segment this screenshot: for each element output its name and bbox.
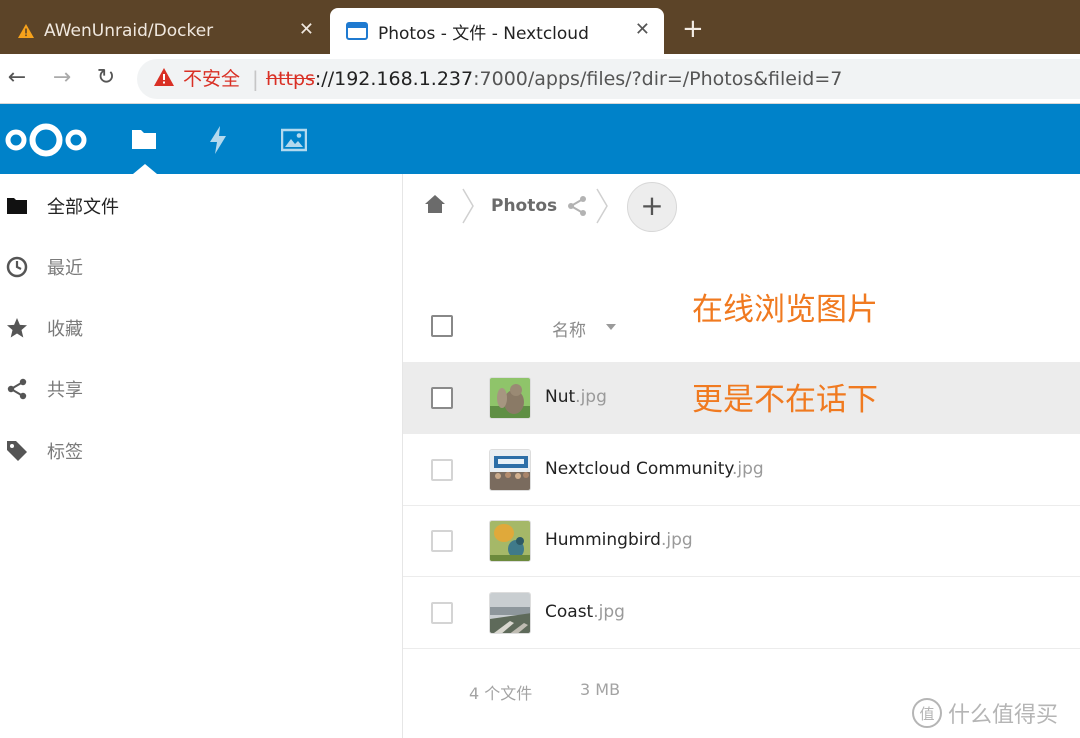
sort-caret-icon[interactable] bbox=[606, 324, 616, 330]
file-extension: .jpg bbox=[732, 459, 764, 479]
clock-icon bbox=[6, 256, 28, 278]
warning-favicon-icon bbox=[18, 24, 34, 38]
tab-title: Photos - 文件 - Nextcloud bbox=[378, 23, 589, 44]
address-separator: | bbox=[252, 67, 259, 91]
active-app-indicator bbox=[133, 164, 157, 174]
file-name[interactable]: Coast.jpg bbox=[545, 602, 625, 622]
folder-favicon-icon bbox=[346, 21, 368, 41]
sidebar-item-label: 全部文件 bbox=[47, 197, 119, 218]
file-thumbnail[interactable] bbox=[489, 520, 531, 562]
watermark: 值 什么值得买 bbox=[912, 697, 1058, 729]
file-row[interactable]: Coast.jpg bbox=[403, 577, 1080, 649]
app-header bbox=[0, 104, 1080, 174]
home-icon[interactable] bbox=[424, 194, 446, 218]
file-checkbox[interactable] bbox=[431, 459, 453, 481]
sidebar-item-all-files[interactable]: 全部文件 bbox=[0, 176, 403, 236]
sidebar-item-label: 标签 bbox=[47, 442, 83, 463]
file-extension: .jpg bbox=[575, 387, 607, 407]
close-tab-icon[interactable]: ✕ bbox=[635, 19, 650, 40]
share-icon bbox=[6, 378, 28, 400]
url-host: ://192.168.1.237 bbox=[314, 68, 474, 90]
breadcrumb-separator bbox=[595, 188, 609, 228]
forward-button[interactable]: → bbox=[47, 63, 77, 93]
watermark-text: 什么值得买 bbox=[948, 703, 1059, 728]
gallery-app-icon[interactable] bbox=[280, 128, 308, 156]
browser-tab-photos[interactable]: Photos - 文件 - Nextcloud ✕ bbox=[330, 8, 664, 54]
file-name[interactable]: Nextcloud Community.jpg bbox=[545, 459, 764, 479]
sidebar-item-shared[interactable]: 共享 bbox=[0, 359, 403, 419]
warning-icon[interactable] bbox=[154, 68, 174, 90]
url-scheme: https bbox=[266, 68, 315, 90]
sidebar-item-recent[interactable]: 最近 bbox=[0, 237, 403, 297]
sidebar-item-favorites[interactable]: 收藏 bbox=[0, 298, 403, 358]
file-basename: Coast bbox=[545, 602, 594, 622]
folder-icon bbox=[6, 195, 28, 217]
breadcrumb-current[interactable]: Photos bbox=[491, 196, 557, 216]
share-icon[interactable] bbox=[566, 195, 588, 221]
file-checkbox[interactable] bbox=[431, 602, 453, 624]
column-header-name[interactable]: 名称 bbox=[552, 316, 586, 341]
new-file-button[interactable]: + bbox=[627, 182, 677, 232]
file-name[interactable]: Nut.jpg bbox=[545, 387, 607, 407]
file-basename: Nextcloud Community bbox=[545, 459, 733, 479]
file-row[interactable]: Nextcloud Community.jpg bbox=[403, 434, 1080, 506]
file-thumbnail[interactable] bbox=[489, 377, 531, 419]
file-basename: Hummingbird bbox=[545, 530, 661, 550]
annotation-line-1: 在线浏览图片 bbox=[692, 292, 878, 328]
file-count-summary: 4 个文件 bbox=[469, 684, 533, 703]
tab-title: AWenUnraid/Docker bbox=[44, 21, 214, 41]
activity-app-icon[interactable] bbox=[208, 126, 228, 158]
sidebar-item-tags[interactable]: 标签 bbox=[0, 421, 403, 481]
back-button[interactable]: ← bbox=[2, 63, 32, 93]
nextcloud-logo-icon[interactable] bbox=[3, 122, 89, 162]
select-all-checkbox[interactable] bbox=[431, 315, 453, 337]
annotation-line-2: 更是不在话下 bbox=[692, 382, 878, 418]
file-extension: .jpg bbox=[593, 602, 625, 622]
sidebar-item-label: 最近 bbox=[47, 258, 83, 279]
breadcrumb-separator bbox=[461, 188, 475, 228]
url-path: :7000/apps/files/?dir=/Photos&fileid=7 bbox=[473, 68, 843, 90]
files-app-icon[interactable] bbox=[131, 127, 157, 155]
file-thumbnail[interactable] bbox=[489, 449, 531, 491]
file-checkbox[interactable] bbox=[431, 530, 453, 552]
reload-button[interactable]: ↻ bbox=[91, 63, 121, 93]
new-tab-button[interactable]: + bbox=[682, 14, 704, 44]
url-text[interactable]: https://192.168.1.237:7000/apps/files/?d… bbox=[266, 65, 842, 93]
file-checkbox[interactable] bbox=[431, 387, 453, 409]
file-row[interactable]: Hummingbird.jpg bbox=[403, 505, 1080, 577]
file-thumbnail[interactable] bbox=[489, 592, 531, 634]
security-label[interactable]: 不安全 bbox=[183, 65, 240, 93]
file-size-summary: 3 MB bbox=[580, 680, 621, 699]
star-icon bbox=[6, 317, 28, 339]
file-name[interactable]: Hummingbird.jpg bbox=[545, 530, 693, 550]
file-extension: .jpg bbox=[660, 530, 693, 550]
sidebar-item-label: 收藏 bbox=[47, 319, 83, 340]
browser-tab-docker[interactable]: AWenUnraid/Docker ✕ bbox=[0, 8, 328, 54]
close-tab-icon[interactable]: ✕ bbox=[299, 19, 314, 40]
tag-icon bbox=[6, 440, 28, 462]
sidebar-item-label: 共享 bbox=[47, 380, 83, 401]
file-basename: Nut bbox=[545, 387, 576, 407]
watermark-badge-icon: 值 bbox=[912, 698, 942, 728]
